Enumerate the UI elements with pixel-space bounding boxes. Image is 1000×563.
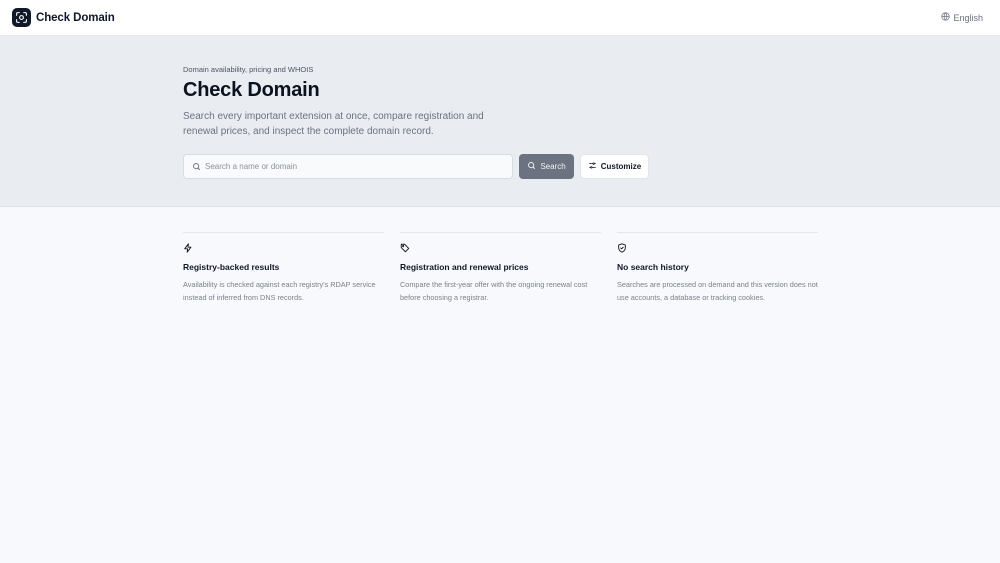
logo-icon [12,8,31,27]
customize-button[interactable]: Customize [580,154,649,179]
language-selector[interactable]: English [941,12,983,23]
globe-icon [941,12,951,23]
search-icon [192,158,201,176]
feature-title: Registry-backed results [183,262,280,272]
brand-name: Check Domain [36,11,115,24]
search-box[interactable] [183,154,513,179]
sliders-icon [588,161,597,172]
feature-card: Registration and renewal prices Compare … [400,232,601,304]
customize-button-label: Customize [600,162,642,171]
brand[interactable]: Check Domain [12,8,115,27]
lightning-icon [183,242,384,254]
feature-title: Registration and renewal prices [400,262,529,272]
feature-description: Searches are processed on demand and thi… [617,280,818,302]
feature-title: No search history [617,262,689,272]
top-bar: Check Domain English [0,0,1000,36]
feature-card: Registry-backed results Availability is … [183,232,384,304]
features-section: Registry-backed results Availability is … [0,207,1000,304]
feature-description: Availability is checked against each reg… [183,280,376,302]
search-input[interactable] [205,162,495,171]
search-row: Search Customize [183,154,1000,179]
page-title: Check Domain [183,79,320,101]
search-button[interactable]: Search [519,154,574,179]
language-label: English [953,12,983,23]
search-icon [527,161,536,172]
price-tag-icon [400,242,601,254]
hero-eyebrow: Domain availability, pricing and WHOIS [183,65,314,74]
hero-subtitle: Search every important extension at once… [183,111,484,137]
feature-description: Compare the first-year offer with the on… [400,280,588,302]
hero-section: Domain availability, pricing and WHOIS C… [0,36,1000,207]
shield-check-icon [617,242,818,254]
search-button-label: Search [540,162,566,171]
feature-card: No search history Searches are processed… [617,232,818,304]
